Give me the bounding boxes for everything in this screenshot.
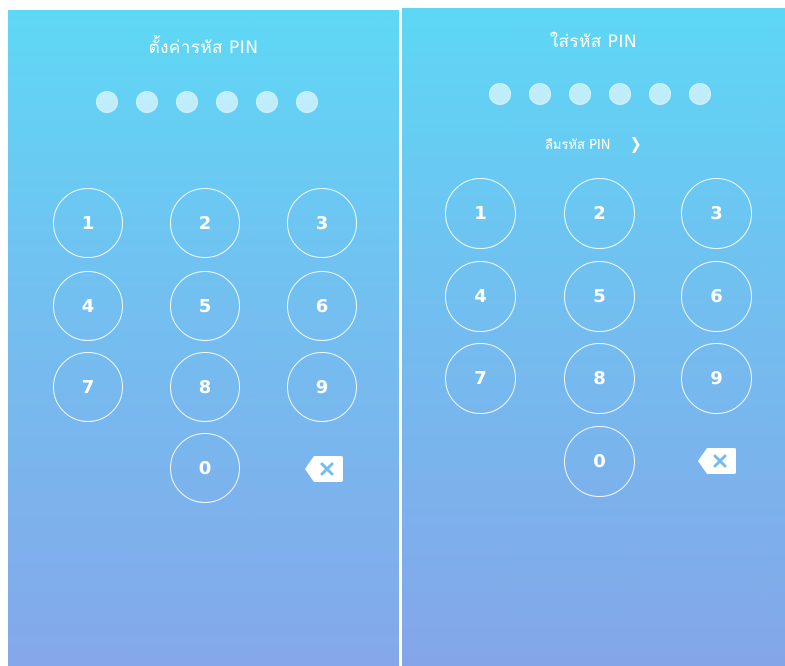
backspace-icon (698, 448, 736, 474)
enter-pin-screen: ใส่รหัส PIN ลืมรหัส PIN ❯ 1 2 3 4 5 6 7 … (402, 8, 785, 666)
keypad-key-4[interactable]: 4 (53, 271, 123, 341)
keypad-key-3[interactable]: 3 (287, 188, 357, 258)
pin-dot (256, 91, 278, 113)
set-pin-screen: ตั้งค่ารหัส PIN 1 2 3 4 5 6 7 8 9 0 (8, 10, 399, 666)
delete-button[interactable] (698, 448, 736, 474)
keypad-key-1[interactable]: 1 (53, 188, 123, 258)
keypad-key-5[interactable]: 5 (564, 261, 635, 332)
enter-pin-title: ใส่รหัส PIN (549, 32, 638, 52)
keypad-key-2[interactable]: 2 (564, 178, 635, 249)
keypad-key-0[interactable]: 0 (564, 426, 635, 497)
keypad-key-1[interactable]: 1 (445, 178, 516, 249)
keypad-key-8[interactable]: 8 (564, 343, 635, 414)
pin-dot (96, 91, 118, 113)
delete-button[interactable] (305, 456, 343, 482)
keypad-key-2[interactable]: 2 (170, 188, 240, 258)
pin-dot (216, 91, 238, 113)
keypad-key-7[interactable]: 7 (445, 343, 516, 414)
forgot-pin-label: ลืมรหัส PIN (544, 138, 611, 153)
keypad-key-4[interactable]: 4 (445, 261, 516, 332)
keypad-key-3[interactable]: 3 (681, 178, 752, 249)
chevron-right-icon: ❯ (629, 134, 642, 153)
pin-dot (296, 91, 318, 113)
set-pin-title: ตั้งค่ารหัส PIN (148, 38, 259, 58)
keypad-key-9[interactable]: 9 (287, 352, 357, 422)
pin-dots (489, 83, 729, 105)
pin-dot (176, 91, 198, 113)
pin-dot (529, 83, 551, 105)
pin-dot (649, 83, 671, 105)
pin-dot (609, 83, 631, 105)
keypad-key-6[interactable]: 6 (287, 271, 357, 341)
pin-dot (489, 83, 511, 105)
pin-dot (569, 83, 591, 105)
forgot-pin-link[interactable]: ลืมรหัส PIN ❯ (402, 134, 785, 155)
keypad-key-5[interactable]: 5 (170, 271, 240, 341)
keypad-key-9[interactable]: 9 (681, 343, 752, 414)
pin-dot (136, 91, 158, 113)
pin-dot (689, 83, 711, 105)
keypad-key-8[interactable]: 8 (170, 352, 240, 422)
backspace-icon (305, 456, 343, 482)
keypad-key-0[interactable]: 0 (170, 433, 240, 503)
pin-dots (96, 91, 336, 113)
keypad-key-6[interactable]: 6 (681, 261, 752, 332)
keypad-key-7[interactable]: 7 (53, 352, 123, 422)
